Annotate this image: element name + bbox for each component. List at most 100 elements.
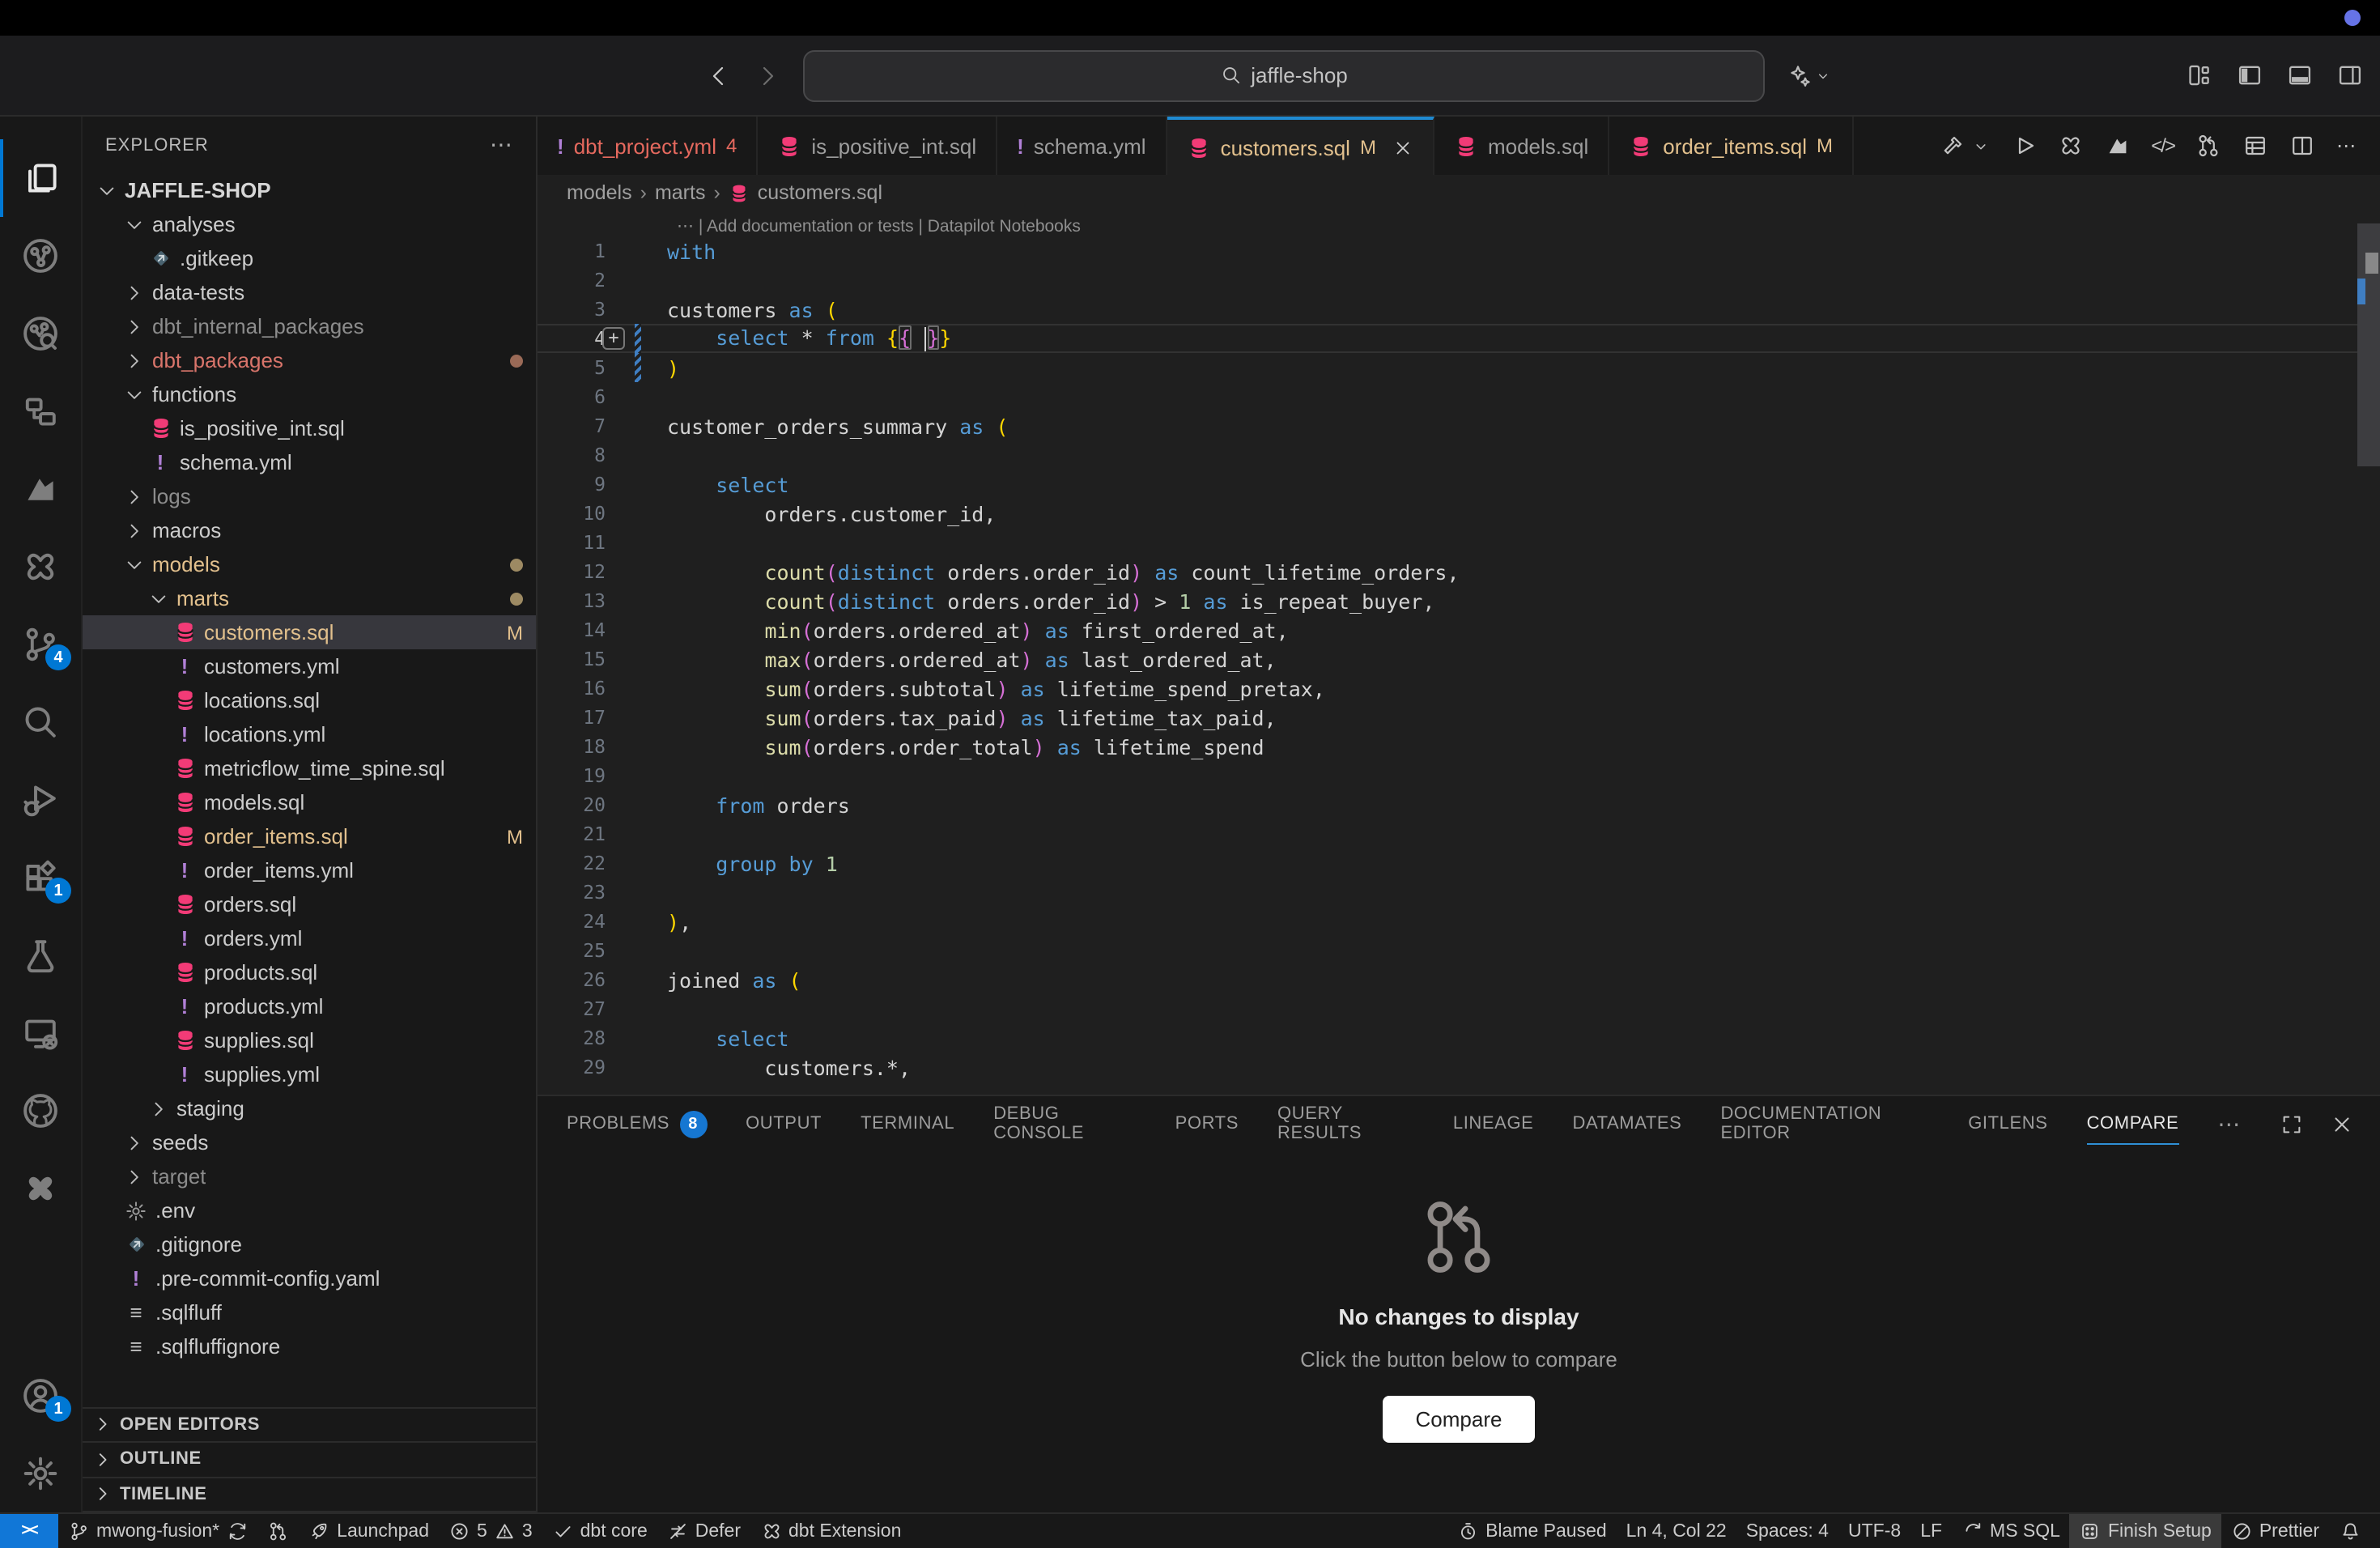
status-launchpad[interactable]: Launchpad <box>299 1514 439 1548</box>
status-cursor-position[interactable]: Ln 4, Col 22 <box>1617 1514 1736 1548</box>
section-open-editors[interactable]: OPEN EDITORS <box>83 1408 536 1443</box>
code-line-20[interactable]: 20 from orders <box>538 790 2380 819</box>
toggle-sidebar-left-icon[interactable] <box>2236 62 2263 89</box>
code-line-8[interactable]: 8 <box>538 440 2380 470</box>
status-language-mode[interactable]: MS SQL <box>1952 1514 2070 1548</box>
panel-tab-problems[interactable]: PROBLEMS8 <box>567 1096 707 1151</box>
dbt-query-explorer-icon[interactable] <box>0 295 81 372</box>
dbt-icon[interactable] <box>2104 133 2130 159</box>
panel-tab-query-results[interactable]: QUERY RESULTS <box>1277 1096 1414 1151</box>
breadcrumb-item[interactable]: marts <box>655 181 706 204</box>
code-line-15[interactable]: 15 max(orders.ordered_at) as last_ordere… <box>538 644 2380 674</box>
tree-item-models[interactable]: models <box>83 547 536 581</box>
dbt-power-user-icon[interactable] <box>2057 133 2083 159</box>
code-line-1[interactable]: 1with <box>538 236 2380 266</box>
git-compare-icon[interactable] <box>2195 133 2221 159</box>
panel-tab-ports[interactable]: PORTS <box>1175 1096 1239 1151</box>
tree-item--env[interactable]: .env <box>83 1193 536 1227</box>
code-line-9[interactable]: 9 select <box>538 470 2380 499</box>
settings-icon[interactable] <box>0 1435 81 1512</box>
maximize-panel-icon[interactable] <box>2280 1112 2304 1136</box>
code-line-23[interactable]: 23 <box>538 878 2380 907</box>
toggle-sidebar-right-icon[interactable] <box>2336 62 2364 89</box>
accounts-icon[interactable]: 1 <box>0 1357 81 1435</box>
tree-item-schema-yml[interactable]: !schema.yml <box>83 445 536 479</box>
tree-root[interactable]: JAFFLE-SHOP <box>83 173 536 207</box>
panel-tab-compare[interactable]: COMPARE <box>2087 1096 2179 1151</box>
toggle-panel-icon[interactable] <box>2286 62 2314 89</box>
tree-item-data-tests[interactable]: data-tests <box>83 275 536 309</box>
tree-item--sqlfluffignore[interactable]: ≡.sqlfluffignore <box>83 1329 536 1363</box>
status-eol[interactable]: LF <box>1910 1514 1952 1548</box>
tree-item-is-positive-int-sql[interactable]: is_positive_int.sql <box>83 411 536 445</box>
editor-tab-dbt-project-yml[interactable]: !dbt_project.yml4 <box>538 117 758 175</box>
code-line-4[interactable]: 4+ select * from {{ }} <box>538 324 2380 353</box>
code-line-18[interactable]: 18 sum(orders.order_total) as lifetime_s… <box>538 732 2380 761</box>
code-editor[interactable]: ⋯ | Add documentation or tests | Datapil… <box>538 211 2380 1095</box>
breadcrumb[interactable]: models›marts›customers.sql <box>538 175 2380 211</box>
code-line-16[interactable]: 16 sum(orders.subtotal) as lifetime_spen… <box>538 674 2380 703</box>
editor-tab-order-items-sql[interactable]: order_items.sqlM <box>1609 117 1854 175</box>
code-line-2[interactable]: 2 <box>538 266 2380 295</box>
status-dbt-extension[interactable]: dbt Extension <box>750 1514 911 1548</box>
copilot-menu[interactable] <box>1786 62 1831 88</box>
editor-scrollbar[interactable] <box>2357 211 2380 1095</box>
tree-item-order-items-sql[interactable]: order_items.sqlM <box>83 819 536 853</box>
tree-item-staging[interactable]: staging <box>83 1091 536 1125</box>
flowchart-icon[interactable] <box>0 372 81 450</box>
code-line-17[interactable]: 17 sum(orders.tax_paid) as lifetime_tax_… <box>538 703 2380 732</box>
tree-item-locations-sql[interactable]: locations.sql <box>83 683 536 717</box>
code-icon[interactable]: </> <box>2151 134 2174 157</box>
status-finish-setup[interactable]: Finish Setup <box>2070 1514 2221 1548</box>
status-indentation[interactable]: Spaces: 4 <box>1736 1514 1838 1548</box>
code-line-27[interactable]: 27 <box>538 994 2380 1023</box>
add-button[interactable]: + <box>602 327 625 350</box>
tree-item-orders-sql[interactable]: orders.sql <box>83 887 536 921</box>
panel-tab-datamates[interactable]: DATAMATES <box>1572 1096 1681 1151</box>
code-line-22[interactable]: 22 group by 1 <box>538 848 2380 878</box>
code-line-28[interactable]: 28 select <box>538 1023 2380 1053</box>
chevron-down-icon[interactable] <box>1971 137 1989 155</box>
tree-item-dbt-internal-packages[interactable]: dbt_internal_packages <box>83 309 536 343</box>
tree-item--gitkeep[interactable]: .gitkeep <box>83 241 536 275</box>
breadcrumb-item[interactable]: models <box>567 181 632 204</box>
query-results-icon[interactable] <box>2242 133 2268 159</box>
remote-indicator[interactable]: >< <box>0 1514 58 1548</box>
status-notifications[interactable] <box>2329 1514 2370 1548</box>
tree-item-products-sql[interactable]: products.sql <box>83 955 536 989</box>
compare-button[interactable]: Compare <box>1383 1396 1535 1443</box>
tree-item-logs[interactable]: logs <box>83 479 536 513</box>
code-line-6[interactable]: 6 <box>538 382 2380 411</box>
code-line-19[interactable]: 19 <box>538 761 2380 790</box>
breadcrumb-item[interactable]: customers.sql <box>758 181 882 204</box>
code-line-3[interactable]: 3customers as ( <box>538 295 2380 324</box>
panel-more-tabs[interactable]: ⋯ <box>2217 1096 2241 1151</box>
close-panel-icon[interactable] <box>2330 1112 2354 1136</box>
panel-tab-output[interactable]: OUTPUT <box>746 1096 822 1151</box>
tree-item-target[interactable]: target <box>83 1159 536 1193</box>
status-encoding[interactable]: UTF-8 <box>1838 1514 1910 1548</box>
tree-item-customers-yml[interactable]: !customers.yml <box>83 649 536 683</box>
tree-item-dbt-packages[interactable]: dbt_packages <box>83 343 536 377</box>
tree-item--sqlfluff[interactable]: ≡.sqlfluff <box>83 1295 536 1329</box>
close-icon[interactable] <box>1392 137 1413 158</box>
code-line-13[interactable]: 13 count(distinct orders.order_id) > 1 a… <box>538 586 2380 615</box>
tree-item-models-sql[interactable]: models.sql <box>83 785 536 819</box>
tree-item--pre-commit-config-yaml[interactable]: !.pre-commit-config.yaml <box>83 1261 536 1295</box>
tree-item-locations-yml[interactable]: !locations.yml <box>83 717 536 751</box>
tree-item-supplies-yml[interactable]: !supplies.yml <box>83 1057 536 1091</box>
status-graph-compare[interactable] <box>257 1514 299 1548</box>
status-defer[interactable]: Defer <box>657 1514 750 1548</box>
tree-item-analyses[interactable]: analyses <box>83 207 536 241</box>
code-line-11[interactable]: 11 <box>538 528 2380 557</box>
code-line-24[interactable]: 24), <box>538 907 2380 936</box>
tree-item-order-items-yml[interactable]: !order_items.yml <box>83 853 536 887</box>
more-actions-icon[interactable]: ⋯ <box>490 131 513 159</box>
dbt-lineage-icon[interactable] <box>0 217 81 295</box>
code-line-29[interactable]: 29 customers.*, <box>538 1053 2380 1082</box>
remote-explorer-icon[interactable] <box>0 994 81 1072</box>
split-editor-icon[interactable] <box>2289 133 2315 159</box>
editor-tab-customers-sql[interactable]: customers.sqlM <box>1167 117 1434 175</box>
run-debug-icon[interactable] <box>0 761 81 839</box>
panel-tab-documentation-editor[interactable]: DOCUMENTATION EDITOR <box>1720 1096 1929 1151</box>
